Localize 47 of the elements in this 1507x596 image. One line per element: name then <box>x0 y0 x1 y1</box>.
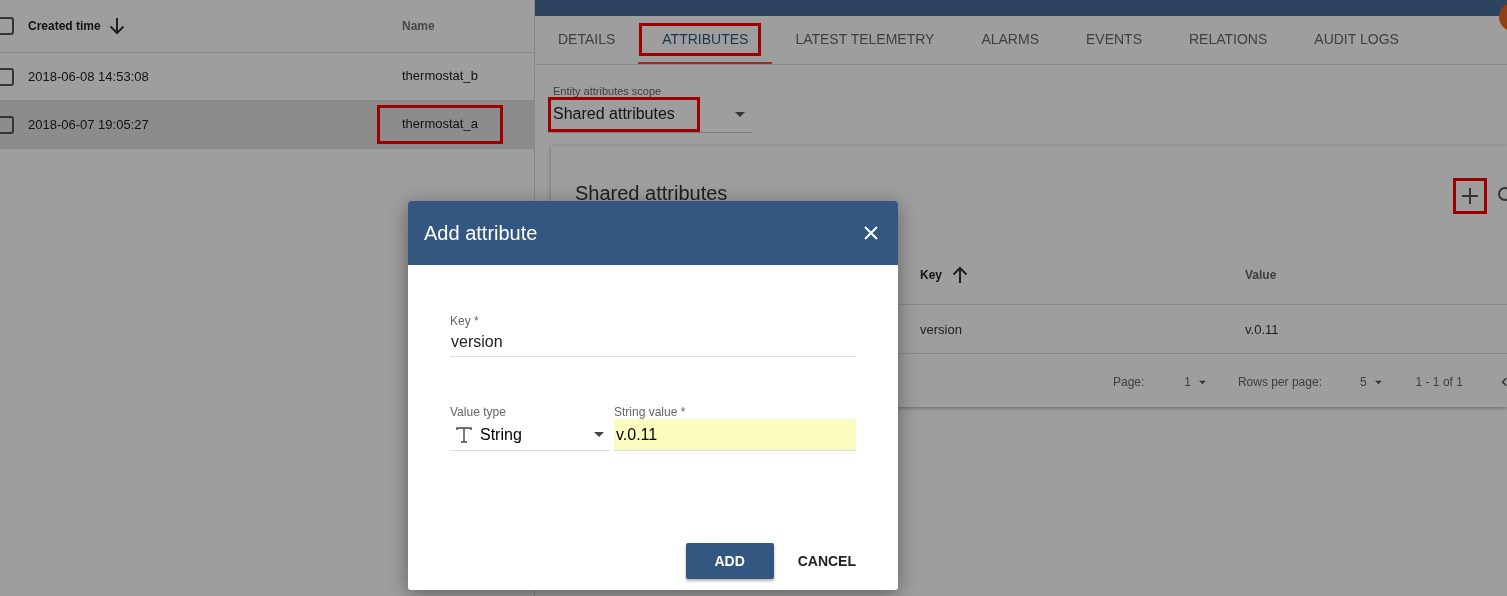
tab[interactable]: AUDIT LOGS <box>1290 16 1423 64</box>
tab[interactable]: DETAILS <box>535 16 640 64</box>
dropdown-caret-icon <box>1374 379 1382 385</box>
close-icon[interactable] <box>864 226 878 240</box>
tab[interactable]: ALARMS <box>957 16 1063 64</box>
pager-label: Page: <box>1113 375 1145 389</box>
pager-label: Rows per page: <box>1237 375 1322 389</box>
add-button[interactable] <box>1453 178 1487 214</box>
rows-per-page-select[interactable]: 5 <box>1359 375 1367 389</box>
column-header[interactable]: Key <box>920 268 942 282</box>
column-header[interactable]: Value <box>1245 268 1277 282</box>
tab[interactable]: RELATIONS <box>1165 16 1292 64</box>
tab[interactable]: LATEST TELEMETRY <box>771 16 959 64</box>
field-label: Key * <box>450 314 480 328</box>
plus-icon <box>1461 187 1479 205</box>
card-title: Shared attributes <box>575 182 728 205</box>
tab[interactable]: EVENTS <box>1062 16 1166 64</box>
page-select[interactable]: 1 <box>1184 375 1192 389</box>
field-label: String value * <box>614 405 687 419</box>
dropdown-caret-icon <box>1199 379 1206 385</box>
table-cell-text: thermostat_b <box>401 67 479 85</box>
column-header[interactable]: Name <box>402 19 435 33</box>
column-header[interactable]: Created time <box>28 19 101 33</box>
checkbox[interactable] <box>0 17 14 35</box>
dropdown-caret-icon <box>735 112 745 117</box>
table-row[interactable]: 2018-06-07 19:05:27 thermostat_a <box>0 101 534 149</box>
pager-range: 1 - 1 of 1 <box>1415 375 1463 389</box>
input-field[interactable]: v.0.11 <box>614 419 856 451</box>
sort-arrow-icon[interactable] <box>108 17 125 35</box>
field-label: Entity attributes scope <box>552 85 663 97</box>
table-cell: 2018-06-07 19:05:27 <box>28 117 149 132</box>
table-cell: v.0.11 <box>1245 321 1279 337</box>
checkbox[interactable] <box>0 67 14 86</box>
input-field[interactable]: version <box>450 328 856 357</box>
table-cell: 2018-06-08 14:53:08 <box>28 69 149 84</box>
table-cell: thermostat_a <box>377 105 503 144</box>
dialog-title: Add attribute <box>424 221 538 245</box>
value-type-select[interactable]: String <box>450 419 610 451</box>
table-cell: version <box>920 321 962 337</box>
text-type-icon <box>456 426 472 443</box>
sort-arrow-icon[interactable] <box>952 266 968 284</box>
checkbox[interactable] <box>0 115 14 134</box>
previous-page-icon[interactable] <box>1500 376 1507 388</box>
add-button[interactable]: ADD <box>685 543 774 579</box>
cancel-button[interactable]: CANCEL <box>781 543 872 579</box>
field-label: Value type <box>450 405 507 419</box>
dropdown-caret-icon <box>594 432 604 437</box>
